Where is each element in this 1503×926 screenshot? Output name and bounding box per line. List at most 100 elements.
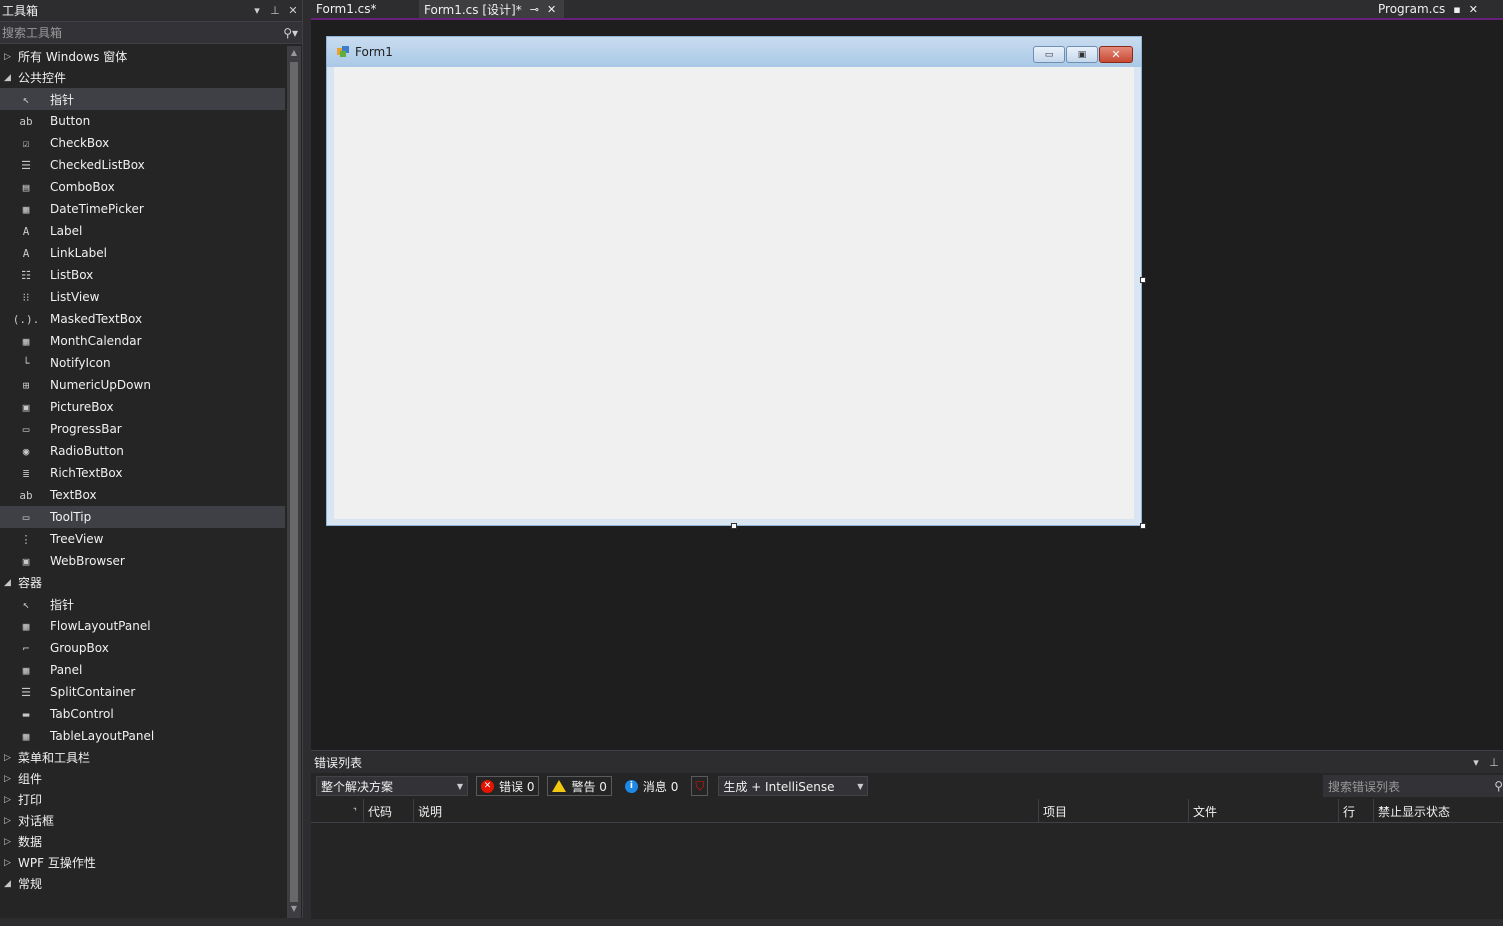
expand-arrow-icon[interactable]: ▷ xyxy=(4,795,18,805)
search-icon[interactable]: ⚲▾ xyxy=(283,26,298,40)
toolbox-search-input[interactable]: 搜索工具箱 ⚲▾ xyxy=(0,21,302,44)
toolbox-item[interactable]: ◉ RadioButton xyxy=(0,440,285,462)
toolbox-item[interactable]: ↖ 指针 xyxy=(0,593,285,615)
tab-program-cs[interactable]: Program.cs ▪ ✕ xyxy=(1373,0,1503,18)
close-icon[interactable]: ✕ xyxy=(1469,3,1478,16)
close-icon[interactable]: ✕ xyxy=(284,4,302,17)
resize-handle-bottom[interactable] xyxy=(731,523,737,529)
toolbox-category[interactable]: ▷ 数据 xyxy=(0,831,285,852)
toolbox-category[interactable]: ▷ 打印 xyxy=(0,789,285,810)
toolbox-category[interactable]: ▷ 菜单和工具栏 xyxy=(0,747,285,768)
toolbox-item[interactable]: A LinkLabel xyxy=(0,242,285,264)
collapse-arrow-icon[interactable]: ◢ xyxy=(4,73,18,83)
expand-arrow-icon[interactable]: ▷ xyxy=(4,816,18,826)
toolbox-item-label: Label xyxy=(50,224,83,238)
scope-dropdown[interactable]: 整个解决方案 ▼ xyxy=(316,776,468,796)
toolbox-item[interactable]: ▣ PictureBox xyxy=(0,396,285,418)
toolbox-item[interactable]: ☰ CheckedListBox xyxy=(0,154,285,176)
col-code[interactable]: 代码 xyxy=(363,799,413,823)
toolbox-item[interactable]: ↖ 指针 xyxy=(0,88,285,110)
expand-arrow-icon[interactable]: ▷ xyxy=(4,858,18,868)
toolbox-item[interactable]: ▤ ComboBox xyxy=(0,176,285,198)
collapse-arrow-icon[interactable]: ◢ xyxy=(4,578,18,588)
toolbox-item[interactable]: ▦ TableLayoutPanel xyxy=(0,725,285,747)
category-all-windows-forms[interactable]: ▷ 所有 Windows 窗体 xyxy=(0,46,285,67)
pin-icon[interactable]: ⊸ xyxy=(530,3,539,16)
minimize-button[interactable]: ▭ xyxy=(1033,46,1065,63)
resize-handle-right[interactable] xyxy=(1140,277,1146,283)
pin-icon[interactable]: ⊥ xyxy=(266,4,284,17)
toolbox-category[interactable]: ▷ 对话框 xyxy=(0,810,285,831)
pin-icon[interactable]: ▪ xyxy=(1453,3,1460,16)
toolbox-item[interactable]: ab Button xyxy=(0,110,285,132)
category-label: 打印 xyxy=(18,793,43,807)
toolbox-category[interactable]: ▷ 组件 xyxy=(0,768,285,789)
col-project[interactable]: 项目 xyxy=(1038,799,1188,823)
toolbox-item[interactable]: ▭ ProgressBar xyxy=(0,418,285,440)
treeview-icon: ⋮ xyxy=(20,532,32,546)
toolbox-item[interactable]: (.). MaskedTextBox xyxy=(0,308,285,330)
toolbox-item[interactable]: ▦ FlowLayoutPanel xyxy=(0,615,285,637)
scroll-down-icon[interactable]: ▼ xyxy=(289,904,299,916)
form-client-area[interactable] xyxy=(334,67,1134,519)
col-description[interactable]: 说明 xyxy=(413,799,1038,823)
toolbox-item[interactable]: ⋮ TreeView xyxy=(0,528,285,550)
toolbox-item[interactable]: ▦ Panel xyxy=(0,659,285,681)
expand-arrow-icon[interactable]: ▷ xyxy=(4,774,18,784)
toolbox-item[interactable]: ⌐ GroupBox xyxy=(0,637,285,659)
toolbox-category[interactable]: ▷ WPF 互操作性 xyxy=(0,852,285,873)
maximize-button[interactable]: ▣ xyxy=(1066,46,1098,63)
tab-form1-cs[interactable]: Form1.cs* xyxy=(311,0,419,18)
designer-surface[interactable]: Form1 ▭ ▣ ✕ xyxy=(311,22,1503,742)
dropdown-icon[interactable]: ▾ xyxy=(1467,756,1485,769)
toolbox-item[interactable]: ☷ ListBox xyxy=(0,264,285,286)
toolbox-item[interactable]: ▦ DateTimePicker xyxy=(0,198,285,220)
search-icon[interactable]: ⚲ xyxy=(1494,779,1503,793)
toolbox-item[interactable]: ab TextBox xyxy=(0,484,285,506)
toolbox-item[interactable]: ▦ MonthCalendar xyxy=(0,330,285,352)
form-window[interactable]: Form1 ▭ ▣ ✕ xyxy=(326,36,1142,526)
toolbox-item[interactable]: A Label xyxy=(0,220,285,242)
form-titlebar[interactable]: Form1 xyxy=(327,37,1141,67)
messages-filter-button[interactable]: i 消息 0 xyxy=(620,776,683,796)
toolbox-item[interactable]: ≣ RichTextBox xyxy=(0,462,285,484)
toolbox-item[interactable]: └ NotifyIcon xyxy=(0,352,285,374)
toolbox-category[interactable]: ◢ 常规 xyxy=(0,873,285,894)
col-file[interactable]: 文件 xyxy=(1188,799,1338,823)
warnings-filter-button[interactable]: 警告 0 xyxy=(547,776,612,796)
category-containers[interactable]: ◢ 容器 xyxy=(0,572,285,593)
toolbox-item[interactable]: ▭ ToolTip xyxy=(0,506,285,528)
toolbox-item-label: DateTimePicker xyxy=(50,202,144,216)
build-filter-dropdown[interactable]: 生成 + IntelliSense ▼ xyxy=(718,776,869,796)
pin-icon[interactable]: ⊥ xyxy=(1485,756,1503,769)
dropdown-icon[interactable]: ▾ xyxy=(248,4,266,17)
col-line[interactable]: 行 xyxy=(1338,799,1373,823)
resize-handle-corner[interactable] xyxy=(1140,523,1146,529)
col-suppression[interactable]: 禁止显示状态 xyxy=(1373,799,1498,823)
close-icon[interactable]: ✕ xyxy=(547,3,556,16)
form-close-button[interactable]: ✕ xyxy=(1099,46,1133,63)
category-label: 对话框 xyxy=(18,814,55,828)
expand-arrow-icon[interactable]: ▷ xyxy=(4,837,18,847)
toolbox-scrollbar[interactable]: ▲ ▼ xyxy=(287,46,301,918)
toolbox-item[interactable]: ☰ SplitContainer xyxy=(0,681,285,703)
toolbox-item[interactable]: ⁝⁝ ListView xyxy=(0,286,285,308)
category-label: 公共控件 xyxy=(18,71,67,85)
scroll-thumb[interactable] xyxy=(290,62,298,902)
errors-filter-button[interactable]: ✕ 错误 0 xyxy=(476,776,540,796)
toolbox-item[interactable]: ▬ TabControl xyxy=(0,703,285,725)
collapse-arrow-icon[interactable]: ◢ xyxy=(4,879,18,889)
expand-arrow-icon[interactable]: ▷ xyxy=(4,52,18,62)
toolbox-item[interactable]: ⊞ NumericUpDown xyxy=(0,374,285,396)
category-common-controls[interactable]: ◢ 公共控件 xyxy=(0,67,285,88)
col-icon[interactable]: ⌝ xyxy=(311,799,361,823)
toolbox-item[interactable]: ☑ CheckBox xyxy=(0,132,285,154)
scroll-up-icon[interactable]: ▲ xyxy=(289,48,299,60)
checkbox-icon: ☑ xyxy=(22,136,30,150)
panel-splitter[interactable] xyxy=(303,0,311,926)
expand-arrow-icon[interactable]: ▷ xyxy=(4,753,18,763)
toolbox-item[interactable]: ▣ WebBrowser xyxy=(0,550,285,572)
filter-button[interactable]: ⛉ xyxy=(691,776,709,796)
tab-form1-design[interactable]: Form1.cs [设计]* ⊸ ✕ xyxy=(419,0,564,18)
error-list-search-input[interactable]: 搜索错误列表 ⚲ xyxy=(1323,775,1503,797)
